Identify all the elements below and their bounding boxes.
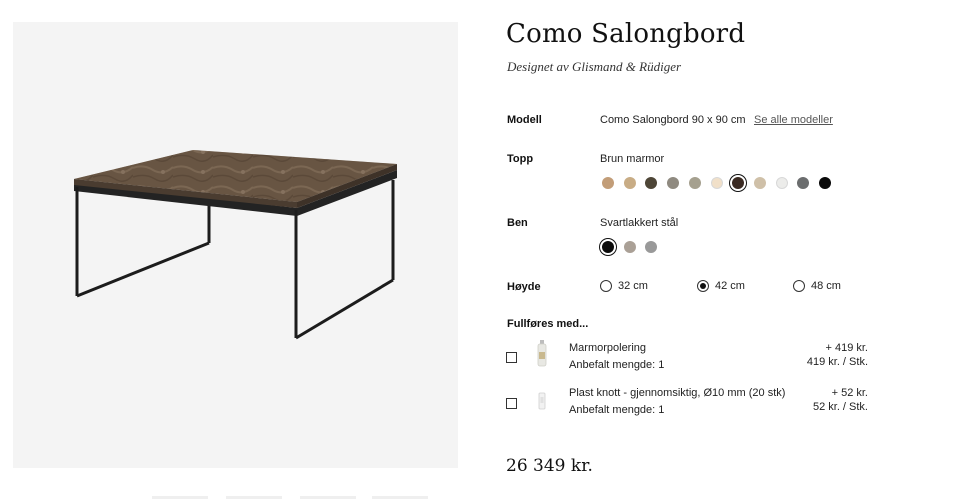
legs-value: Svartlakkert stål bbox=[600, 217, 679, 229]
radio-label: 42 cm bbox=[715, 280, 745, 292]
addon-name: Marmorpolering bbox=[569, 342, 647, 354]
addon-price: + 52 kr. bbox=[831, 387, 868, 399]
addon-unit-price: 52 kr. / Stk. bbox=[812, 401, 868, 413]
color-swatch[interactable] bbox=[732, 177, 745, 189]
color-swatch[interactable] bbox=[623, 241, 636, 253]
addons-heading: Fullføres med... bbox=[507, 318, 589, 330]
color-swatch[interactable] bbox=[623, 177, 636, 189]
radio-circle[interactable] bbox=[697, 280, 709, 292]
model-value: Como Salongbord 90 x 90 cm bbox=[600, 114, 746, 126]
designer-subtitle: Designet av Glismand & Rüdiger bbox=[507, 59, 682, 74]
top-value: Brun marmor bbox=[600, 153, 665, 165]
top-label: Topp bbox=[507, 153, 534, 165]
color-swatch[interactable] bbox=[797, 177, 810, 189]
addon-recommended-qty: Anbefalt mengde: 1 bbox=[569, 359, 665, 371]
color-swatch[interactable] bbox=[645, 241, 658, 253]
plastic-knob-pack-icon bbox=[538, 392, 546, 410]
see-all-models-link[interactable]: Se alle modeller bbox=[754, 114, 833, 126]
color-swatch[interactable] bbox=[688, 177, 701, 189]
radio-circle[interactable] bbox=[600, 280, 612, 292]
addon-price: + 419 kr. bbox=[825, 342, 868, 354]
addon-recommended-qty: Anbefalt mengde: 1 bbox=[569, 404, 665, 416]
addon-checkbox-marble-polish[interactable] bbox=[506, 352, 517, 363]
color-swatch[interactable] bbox=[819, 177, 831, 189]
marble-polish-bottle-icon bbox=[537, 340, 547, 367]
color-swatch[interactable] bbox=[602, 241, 614, 253]
color-swatch[interactable] bbox=[775, 177, 788, 189]
addon-name: Plast knott - gjennomsiktig, Ø10 mm (20 … bbox=[569, 387, 786, 399]
color-swatch[interactable] bbox=[645, 177, 658, 189]
coffee-table-image bbox=[74, 150, 397, 340]
height-label: Høyde bbox=[507, 281, 541, 293]
color-swatch[interactable] bbox=[667, 177, 680, 189]
color-swatch[interactable] bbox=[602, 177, 614, 189]
addon-unit-price: 419 kr. / Stk. bbox=[806, 356, 868, 368]
color-swatch[interactable] bbox=[710, 177, 723, 189]
radio-circle[interactable] bbox=[793, 280, 805, 292]
product-image-panel bbox=[13, 22, 458, 468]
color-swatch[interactable] bbox=[753, 177, 766, 189]
addon-checkbox-plastic-knob[interactable] bbox=[506, 398, 517, 409]
radio-label: 48 cm bbox=[811, 280, 841, 292]
legs-label: Ben bbox=[507, 217, 528, 229]
model-label: Modell bbox=[507, 114, 542, 126]
product-title: Como Salongbord bbox=[506, 19, 746, 49]
total-price: 26 349 kr. bbox=[506, 456, 593, 476]
radio-label: 32 cm bbox=[618, 280, 648, 292]
